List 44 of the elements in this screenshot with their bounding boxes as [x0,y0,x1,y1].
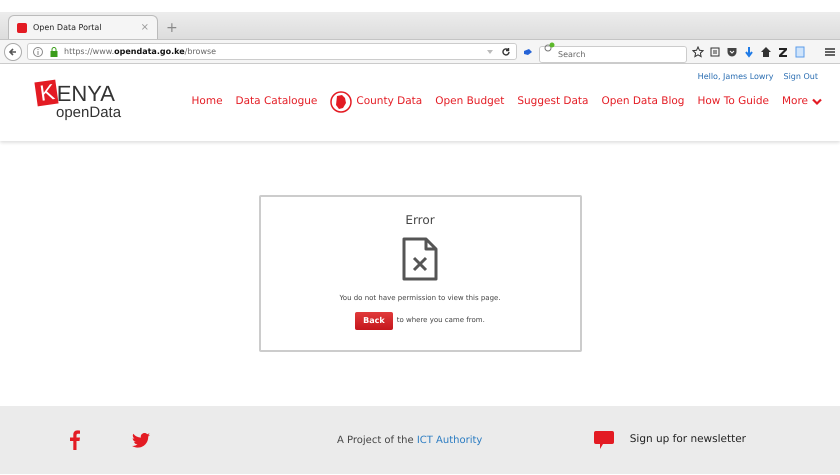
back-button[interactable]: Back [355,312,393,330]
user-greeting-link[interactable]: Hello, James Lowry [698,71,774,83]
nav-link[interactable]: Home [192,94,223,110]
logo-subtitle[interactable]: openData [56,105,136,120]
z-icon[interactable] [777,46,789,58]
new-tab-button[interactable]: + [166,21,178,35]
nav-link[interactable]: Suggest Data [517,94,588,110]
chat-bubble-icon[interactable] [594,431,614,449]
nav-link[interactable]: Open Data Blog [601,94,684,110]
sign-out-link[interactable]: Sign Out [784,71,818,83]
error-title: Error [405,212,435,229]
menu-icon[interactable] [824,46,836,58]
pocket-icon[interactable] [726,46,738,58]
browser-tab[interactable]: Open Data Portal × [8,15,158,39]
nav-link[interactable]: County Data [330,90,422,113]
nav-link[interactable]: Open Budget [435,94,504,110]
logo-initial[interactable]: K [34,80,58,106]
star-icon[interactable] [692,46,704,58]
chevron-down-icon [812,98,822,106]
broken-file-icon [401,237,439,281]
nav-link[interactable]: More [782,94,822,110]
county-emblem-icon [330,90,352,113]
ict-authority-link[interactable]: ICT Authority [416,434,482,446]
reading-list-icon[interactable] [709,46,721,58]
back-button[interactable] [4,42,22,60]
newsletter-link[interactable]: Sign up for newsletter [630,432,746,448]
twitter-icon[interactable] [132,432,150,448]
facebook-icon[interactable] [70,430,80,450]
close-tab-button[interactable]: × [140,22,149,32]
search-field[interactable]: Search [539,46,687,62]
url-text: https://www.opendata.go.ke/browse [64,46,216,58]
back-arrow-icon [8,46,18,56]
download-icon[interactable] [743,46,755,58]
info-icon[interactable] [32,46,44,58]
logo-text[interactable]: ENYA [56,83,115,106]
reload-icon[interactable] [500,46,512,58]
lock-icon [48,46,60,58]
document-icon[interactable] [794,46,806,58]
site-favicon-icon [17,22,27,32]
project-credit-text: A Project of the ICT Authority [337,434,482,448]
nav-link[interactable]: Data Catalogue [236,94,318,110]
address-bar[interactable]: https://www.opendata.go.ke/browse [27,43,517,60]
tab-title: Open Data Portal [33,22,102,34]
nav-link[interactable]: How To Guide [697,94,769,110]
